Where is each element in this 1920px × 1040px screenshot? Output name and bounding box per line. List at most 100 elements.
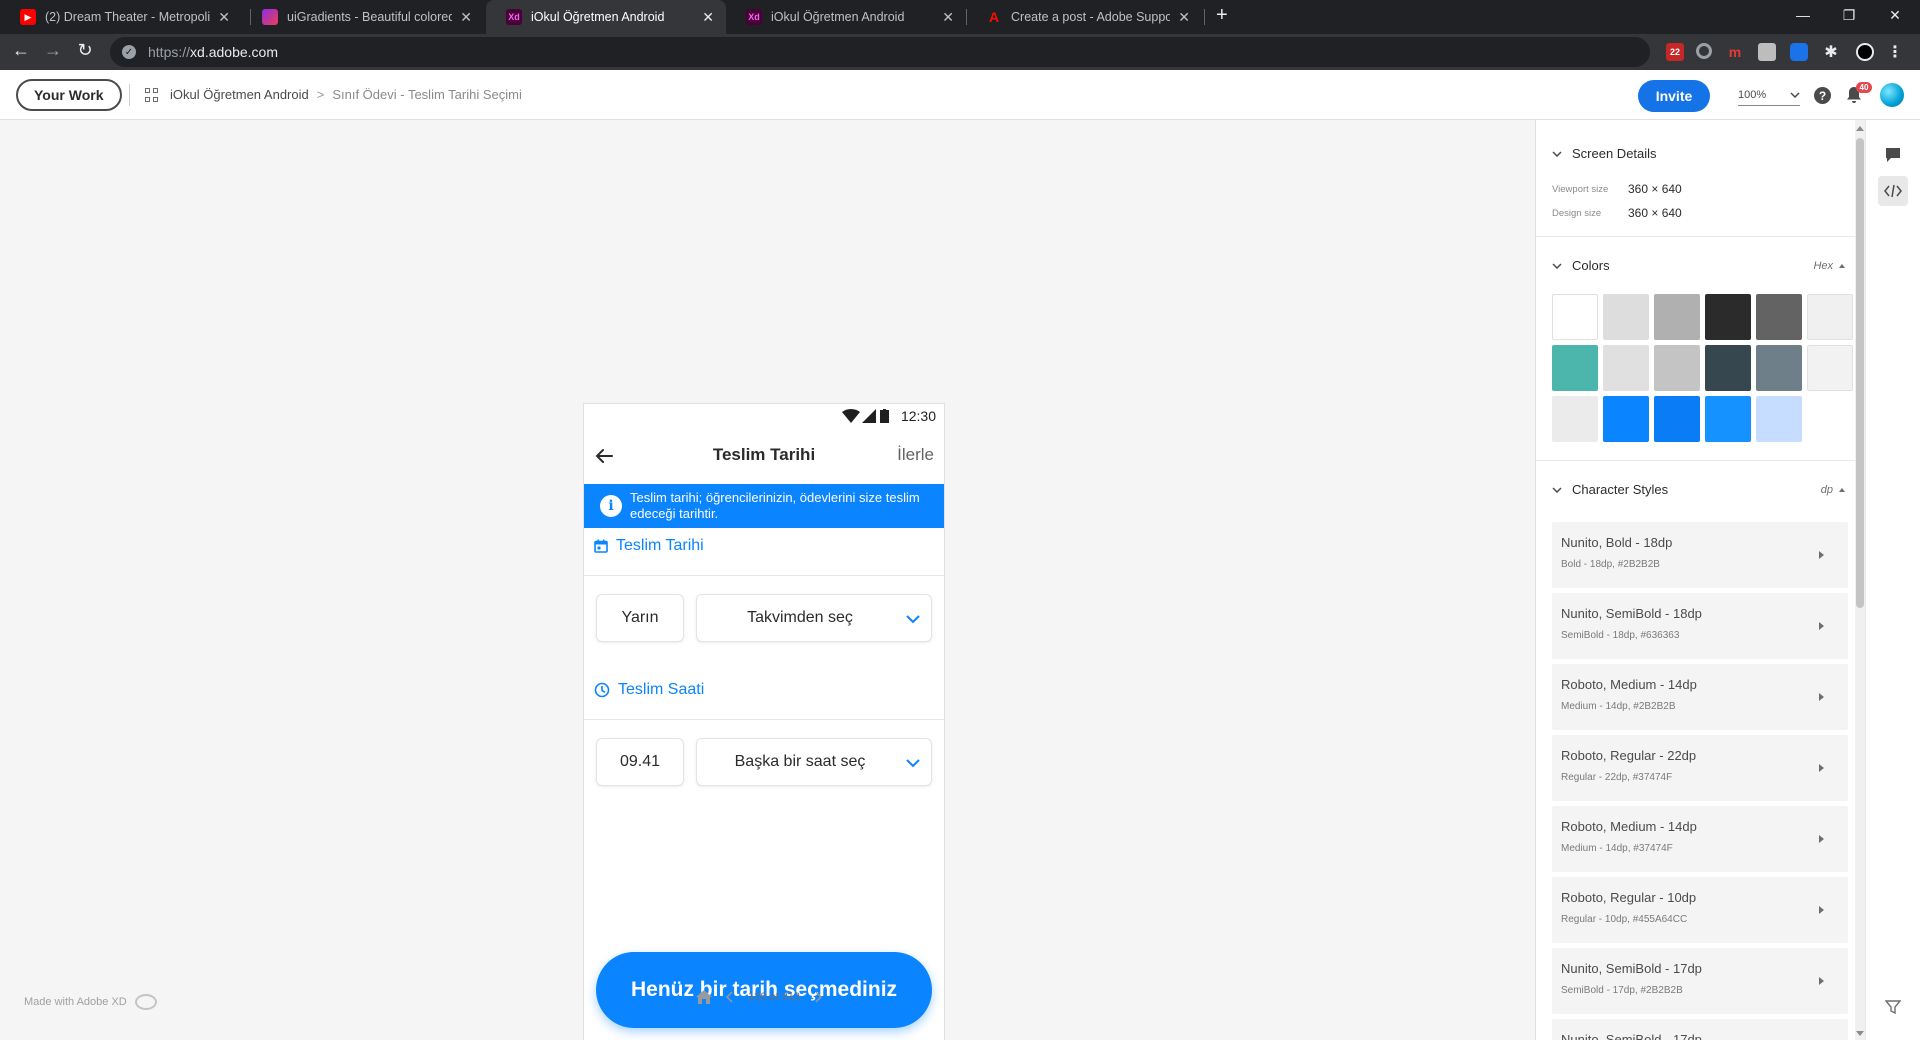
your-work-button[interactable]: Your Work — [16, 79, 122, 111]
color-format-toggle[interactable]: Hex — [1813, 260, 1845, 272]
breadcrumb: iOkul Öğretmen Android > Sınıf Ödevi - T… — [170, 87, 522, 102]
browser-tab-xd[interactable]: Xd iOkul Öğretmen Android ✕ — [726, 0, 966, 34]
extension-badge-icon[interactable]: 22 — [1666, 43, 1684, 61]
color-swatch[interactable] — [1552, 345, 1598, 391]
extension-shield-icon[interactable] — [1790, 43, 1808, 61]
inspector-scrollbar[interactable] — [1855, 120, 1865, 1040]
close-icon[interactable]: ✕ — [942, 9, 954, 26]
user-avatar[interactable] — [1880, 83, 1904, 107]
zoom-select[interactable]: 100% — [1738, 84, 1800, 106]
color-swatch[interactable] — [1603, 345, 1649, 391]
restore-button[interactable]: ❐ — [1826, 0, 1872, 30]
color-swatch[interactable] — [1756, 396, 1802, 442]
character-style-item[interactable]: Nunito, SemiBold - 18dp SemiBold - 18dp,… — [1552, 593, 1848, 659]
character-style-item[interactable]: Roboto, Medium - 14dp Medium - 14dp, #2B… — [1552, 664, 1848, 730]
character-style-item[interactable]: Nunito, SemiBold - 17dp SemiBold - 17dp,… — [1552, 948, 1848, 1014]
color-swatch[interactable] — [1654, 396, 1700, 442]
expand-arrow-icon — [1819, 693, 1824, 701]
color-swatch[interactable] — [1603, 396, 1649, 442]
chevron-left-icon[interactable] — [726, 991, 734, 1003]
home-icon[interactable] — [696, 990, 712, 1004]
tab-title: iOkul Öğretmen Android — [771, 10, 905, 24]
address-bar[interactable]: ✓ https:// xd.adobe.com — [110, 37, 1650, 67]
color-swatch[interactable] — [1552, 294, 1598, 340]
color-swatch[interactable] — [1756, 294, 1802, 340]
style-name: Roboto, Regular - 10dp — [1561, 890, 1697, 905]
new-tab-button[interactable]: + — [1216, 4, 1228, 27]
character-style-item[interactable]: Nunito, Bold - 18dp Bold - 18dp, #2B2B2B — [1552, 522, 1848, 588]
back-button[interactable]: ← — [9, 40, 33, 61]
tab-title: iOkul Öğretmen Android — [531, 10, 665, 24]
comments-button[interactable] — [1878, 140, 1908, 170]
site-info-icon[interactable]: ✓ — [122, 45, 136, 59]
screen-pager: 126 of 313 — [696, 990, 822, 1004]
screen-details-header[interactable]: Screen Details — [1552, 146, 1657, 161]
forward-button[interactable]: → — [41, 40, 65, 61]
reload-button[interactable]: ↻ — [73, 40, 97, 61]
filter-button[interactable] — [1878, 992, 1908, 1022]
sort-triangle-icon — [1839, 264, 1845, 268]
close-icon[interactable]: ✕ — [1178, 9, 1190, 26]
calendar-pick-dropdown[interactable]: Takvimden seç — [696, 594, 932, 642]
style-name: Roboto, Medium - 14dp — [1561, 677, 1697, 692]
character-style-item[interactable]: Nunito, SemiBold - 17dp — [1552, 1019, 1848, 1040]
url-host: xd.adobe.com — [190, 44, 278, 60]
specs-button[interactable] — [1878, 176, 1908, 206]
scroll-down-icon[interactable] — [1856, 1031, 1864, 1036]
close-icon[interactable]: ✕ — [460, 9, 472, 26]
color-swatch[interactable] — [1807, 294, 1853, 340]
browser-tab-adobe-support[interactable]: A Create a post - Adobe Support C ✕ — [966, 0, 1202, 34]
window-close-button[interactable]: ✕ — [1872, 0, 1918, 30]
time-pick-dropdown[interactable]: Başka bir saat seç — [696, 738, 932, 786]
character-style-item[interactable]: Roboto, Medium - 14dp Medium - 14dp, #37… — [1552, 806, 1848, 872]
tab-separator — [1204, 9, 1205, 25]
color-swatch[interactable] — [1807, 345, 1853, 391]
unit-toggle[interactable]: dp — [1821, 484, 1845, 496]
screen-title: Teslim Tarihi — [712, 445, 816, 464]
character-style-item[interactable]: Roboto, Regular - 10dp Regular - 10dp, #… — [1552, 877, 1848, 943]
character-style-item[interactable]: Roboto, Regular - 22dp Regular - 22dp, #… — [1552, 735, 1848, 801]
scrollbar-thumb[interactable] — [1856, 138, 1864, 608]
tomorrow-option[interactable]: Yarın — [596, 594, 684, 642]
close-icon[interactable]: ✕ — [702, 9, 714, 26]
character-styles-header[interactable]: Character Styles — [1552, 482, 1668, 497]
code-icon — [1884, 184, 1902, 198]
browser-tabbar: ▶ (2) Dream Theater - Metropolis P ✕ uiG… — [0, 0, 1920, 34]
date-section-title: Teslim Tarihi — [594, 532, 704, 560]
next-button[interactable]: İlerle — [897, 445, 934, 465]
color-swatch[interactable] — [1654, 345, 1700, 391]
color-swatch[interactable] — [1705, 396, 1751, 442]
browser-tab-xd-active[interactable]: Xd iOkul Öğretmen Android ✕ — [486, 0, 726, 34]
extension-image-icon[interactable] — [1758, 43, 1776, 61]
extensions-puzzle-icon[interactable]: ✱ — [1822, 43, 1840, 61]
color-swatch[interactable] — [1705, 294, 1751, 340]
grid-view-icon[interactable] — [145, 88, 159, 102]
tomorrow-label: Yarın — [621, 609, 659, 626]
chevron-right-icon[interactable] — [814, 991, 822, 1003]
colors-header[interactable]: Colors — [1552, 258, 1610, 273]
style-name: Roboto, Regular - 22dp — [1561, 748, 1697, 763]
close-icon[interactable]: ✕ — [218, 9, 230, 26]
color-swatch[interactable] — [1552, 396, 1598, 442]
time-value-field[interactable]: 09.41 — [596, 738, 684, 786]
browser-menu-icon[interactable]: ⋮ — [1886, 43, 1904, 61]
browser-tab-youtube[interactable]: ▶ (2) Dream Theater - Metropolis P ✕ — [0, 0, 242, 34]
color-swatch[interactable] — [1603, 294, 1649, 340]
invite-button[interactable]: Invite — [1638, 80, 1710, 112]
scroll-up-icon[interactable] — [1856, 126, 1864, 131]
chevron-down-icon — [1790, 91, 1800, 98]
color-swatch[interactable] — [1654, 294, 1700, 340]
color-swatch[interactable] — [1756, 345, 1802, 391]
style-name: Nunito, SemiBold - 18dp — [1561, 606, 1702, 621]
help-icon[interactable]: ? — [1814, 87, 1831, 104]
tab-title: Create a post - Adobe Support C — [1011, 10, 1171, 24]
minimize-button[interactable]: — — [1780, 0, 1826, 30]
design-size-label: Design size — [1552, 208, 1602, 219]
breadcrumb-project[interactable]: iOkul Öğretmen Android — [170, 87, 309, 102]
extension-m-icon[interactable]: m — [1726, 43, 1744, 61]
extension-circle-icon[interactable] — [1696, 43, 1712, 59]
profile-avatar-icon[interactable] — [1856, 43, 1874, 61]
color-swatch[interactable] — [1705, 345, 1751, 391]
comment-icon — [1886, 148, 1900, 162]
browser-tab-uigradients[interactable]: uiGradients - Beautiful colored g ✕ — [242, 0, 484, 34]
